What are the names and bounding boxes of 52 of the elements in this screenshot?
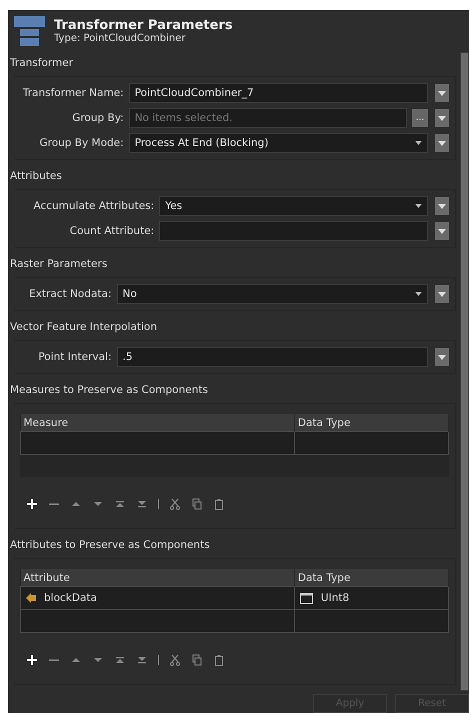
transformer-icon [14, 16, 46, 46]
caret-icon [438, 140, 446, 146]
caret-icon [415, 292, 422, 296]
section-title: Vector Feature Interpolation [9, 320, 158, 335]
section-title: Raster Parameters [9, 257, 108, 272]
field-label: Transformer Name: [22, 87, 124, 99]
caret-icon [415, 204, 422, 208]
scrollbar[interactable] [460, 52, 469, 691]
panel-title: Transformer Parameters [54, 18, 233, 33]
caret-icon [438, 292, 446, 296]
field-label: Group By Mode: [38, 137, 124, 149]
column-header: Measure [20, 414, 294, 432]
field-label: Accumulate Attributes: [32, 200, 154, 212]
column-header: Data Type [294, 414, 448, 432]
text-field[interactable]: PointCloudCombiner_7 [128, 83, 428, 103]
menu-button[interactable] [435, 285, 449, 303]
field-label: Extract Nodata: [28, 288, 112, 300]
section-title: Measures to Preserve as Components [9, 383, 209, 398]
text-field[interactable]: .5 [116, 347, 428, 367]
menu-button[interactable] [435, 84, 449, 102]
caret-icon [415, 141, 422, 145]
menu-button[interactable] [435, 109, 449, 127]
dropdown[interactable]: No [116, 284, 428, 304]
caret-icon [438, 116, 446, 120]
attribute-arrow-icon [26, 593, 36, 603]
caret-icon [438, 90, 446, 96]
section-title: Attributes to Preserve as Components [9, 538, 211, 553]
panel-subtitle: Type: PointCloudCombiner [54, 33, 186, 44]
section-title: Attributes [9, 169, 63, 184]
column-header: Attribute [20, 569, 294, 586]
menu-button[interactable] [435, 348, 449, 366]
caret-icon [438, 354, 446, 360]
caret-icon [438, 204, 446, 208]
text-field[interactable] [159, 221, 428, 241]
group-by-field[interactable]: No items selected. [128, 108, 407, 128]
table-cell: UInt8 [300, 592, 443, 604]
field-label: Point Interval: [37, 351, 112, 363]
dropdown[interactable]: Yes [159, 196, 428, 216]
browse-button[interactable]: ... [412, 109, 428, 127]
caret-icon [438, 228, 446, 234]
menu-button[interactable] [435, 134, 449, 152]
add-icon[interactable] [26, 498, 38, 510]
dropdown[interactable]: Process At End (Blocking) [128, 133, 428, 153]
section-title: Transformer [9, 56, 74, 71]
column-header: Data Type [294, 569, 448, 586]
table-cell: blockData [26, 592, 289, 604]
menu-button[interactable] [435, 197, 449, 215]
menu-button[interactable] [435, 222, 449, 240]
window-icon [300, 592, 313, 604]
field-label: Count Attribute: [68, 225, 154, 237]
field-label: Group By: [71, 112, 124, 124]
add-icon[interactable] [26, 654, 38, 666]
